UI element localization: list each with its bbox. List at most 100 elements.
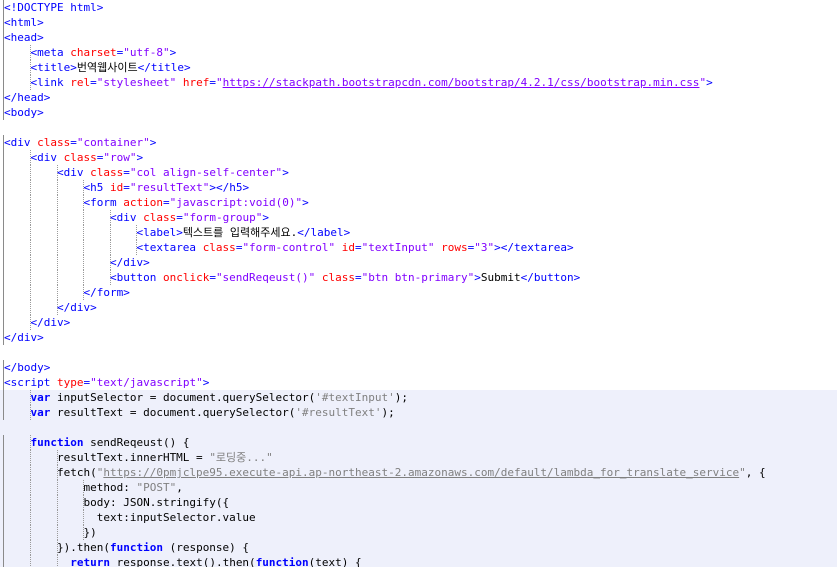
- indent-guide: [56, 210, 58, 225]
- code-token: id: [109, 181, 124, 194]
- code-line[interactable]: <div class="row">: [0, 150, 837, 165]
- code-line[interactable]: function sendReqeust() {: [0, 435, 837, 450]
- fold-guide: [3, 300, 4, 315]
- code-token: </title>: [137, 61, 191, 74]
- code-line[interactable]: <label>텍스트를 입력해주세요.</label>: [0, 225, 837, 240]
- code-line[interactable]: </div>: [0, 330, 837, 345]
- code-token: 번역웹사이트: [76, 61, 138, 74]
- code-token: type: [56, 376, 84, 389]
- code-line[interactable]: <div class="col align-self-center">: [0, 165, 837, 180]
- code-line[interactable]: </div>: [0, 255, 837, 270]
- indent-guide: [83, 510, 85, 525]
- code-token: "row": [103, 151, 137, 164]
- indent-guide: [109, 210, 111, 225]
- code-line[interactable]: var resultText = document.querySelector(…: [0, 405, 837, 420]
- code-line[interactable]: [0, 345, 837, 360]
- indent-guide: [83, 195, 85, 210]
- code-token: 텍스트를 입력해주세요.: [182, 226, 298, 239]
- fold-guide: [3, 30, 4, 45]
- fold-guide: [3, 525, 4, 540]
- code-token: );: [394, 391, 409, 404]
- code-line[interactable]: var inputSelector = document.querySelect…: [0, 390, 837, 405]
- indent-guide: [30, 480, 32, 495]
- code-token: https://stackpath.bootstrapcdn.com/boots…: [222, 76, 700, 89]
- code-line[interactable]: <div class="container">: [0, 135, 837, 150]
- code-line[interactable]: </body>: [0, 360, 837, 375]
- code-token: <title>: [30, 61, 77, 74]
- code-line[interactable]: <meta charset="utf-8">: [0, 45, 837, 60]
- code-token: >: [262, 211, 269, 224]
- fold-guide: [3, 360, 4, 375]
- code-token: ,: [176, 481, 183, 494]
- code-token: >: [149, 136, 157, 149]
- code-line[interactable]: <head>: [0, 30, 837, 45]
- indent-guide: [30, 75, 32, 90]
- code-line[interactable]: <title>번역웹사이트</title>: [0, 60, 837, 75]
- code-line[interactable]: text:inputSelector.value: [0, 510, 837, 525]
- code-token: </body>: [4, 361, 51, 374]
- code-line[interactable]: </div>: [0, 300, 837, 315]
- code-token: <head>: [4, 31, 44, 44]
- code-token: "container": [76, 136, 150, 149]
- code-token: </div>: [30, 316, 71, 329]
- code-token: https://0pmjclpe95.execute-api.ap-northe…: [103, 466, 740, 479]
- code-token: , {: [745, 466, 766, 479]
- code-line[interactable]: }): [0, 525, 837, 540]
- fold-guide: [3, 315, 4, 330]
- code-token: </label>: [297, 226, 351, 239]
- code-token: function: [109, 541, 163, 554]
- code-line[interactable]: <form action="javascript:void(0)">: [0, 195, 837, 210]
- code-line[interactable]: fetch("https://0pmjclpe95.execute-api.ap…: [0, 465, 837, 480]
- code-line[interactable]: <body>: [0, 105, 837, 120]
- code-line[interactable]: <div class="form-group">: [0, 210, 837, 225]
- indent-guide: [30, 510, 32, 525]
- code-line[interactable]: [0, 420, 837, 435]
- fold-guide: [3, 180, 4, 195]
- indent-guide: [83, 210, 85, 225]
- code-token: =: [355, 241, 362, 254]
- code-token: body: JSON.stringify({: [4, 496, 230, 509]
- code-token: resultText = document.querySelector(: [50, 406, 296, 419]
- code-line[interactable]: <html>: [0, 15, 837, 30]
- code-line[interactable]: </div>: [0, 315, 837, 330]
- code-line[interactable]: <h5 id="resultText"></h5>: [0, 180, 837, 195]
- code-token: fetch(: [4, 466, 97, 479]
- indent-guide: [136, 225, 138, 240]
- code-token: <div: [30, 151, 64, 164]
- code-line[interactable]: method: "POST",: [0, 480, 837, 495]
- indent-guide: [30, 180, 32, 195]
- code-token: </div>: [56, 301, 97, 314]
- indent-guide: [83, 255, 85, 270]
- indent-guide: [109, 255, 111, 270]
- code-token: ></h5>: [209, 181, 250, 194]
- code-line[interactable]: return response.text().then(function(tex…: [0, 555, 837, 567]
- code-token: method:: [4, 481, 137, 494]
- code-token: <div: [109, 211, 144, 224]
- indent-guide: [83, 480, 85, 495]
- indent-guide: [56, 450, 58, 465]
- code-line[interactable]: [0, 120, 837, 135]
- code-editor[interactable]: <!DOCTYPE html> <html> <head> <meta charse…: [0, 0, 837, 567]
- code-token: <!DOCTYPE html>: [4, 1, 104, 14]
- code-line[interactable]: </head>: [0, 90, 837, 105]
- indent-guide: [56, 270, 58, 285]
- code-line[interactable]: <script type="text/javascript">: [0, 375, 837, 390]
- code-line[interactable]: <!DOCTYPE html>: [0, 0, 837, 15]
- code-line[interactable]: </form>: [0, 285, 837, 300]
- code-line[interactable]: <button onclick="sendReqeust()" class="b…: [0, 270, 837, 285]
- code-line[interactable]: body: JSON.stringify({: [0, 495, 837, 510]
- code-token: <script: [4, 376, 57, 389]
- fold-guide: [3, 255, 4, 270]
- code-token: =: [90, 76, 97, 89]
- fold-guide: [3, 135, 4, 150]
- code-line[interactable]: resultText.innerHTML = "로딩중...": [0, 450, 837, 465]
- code-line[interactable]: }).then(function (response) {: [0, 540, 837, 555]
- fold-guide: [3, 405, 4, 420]
- code-line[interactable]: <textarea class="form-control" id="textI…: [0, 240, 837, 255]
- code-line[interactable]: <link rel="stylesheet" href="https://sta…: [0, 75, 837, 90]
- code-token: function: [30, 436, 84, 449]
